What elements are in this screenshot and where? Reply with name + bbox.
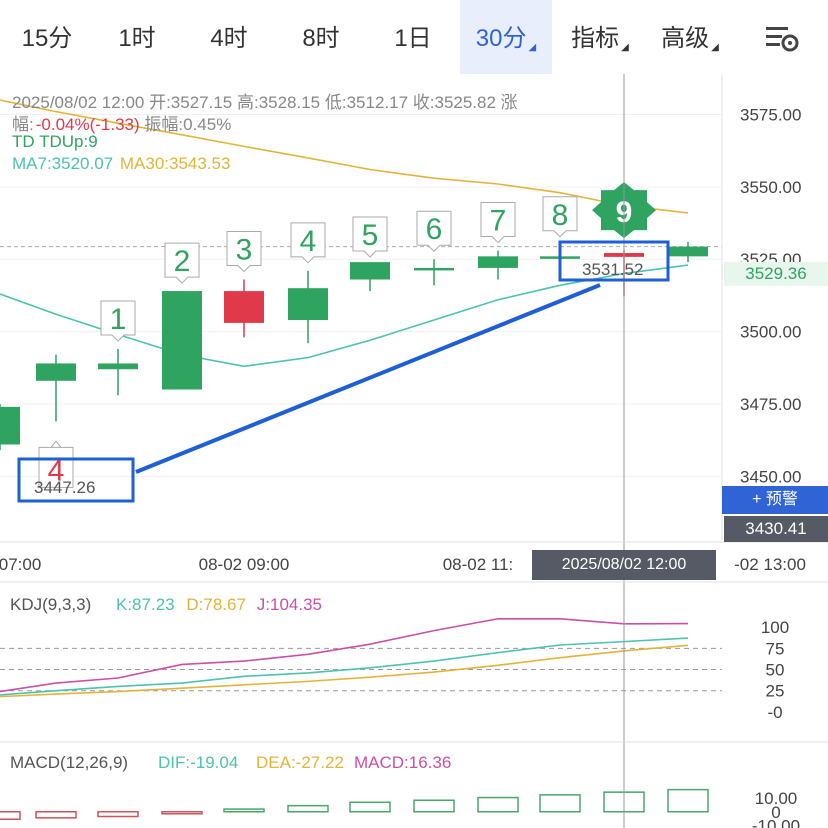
td-marker-label: 8 <box>552 199 569 232</box>
amplitude-value: 振幅:0.45% <box>139 115 232 134</box>
trend-line[interactable] <box>135 283 601 474</box>
annotation-layer: 3447.26 3531.52 <box>17 240 670 503</box>
td-indicator-label: TD TDUp:9 <box>12 132 98 151</box>
candle-body <box>350 262 390 280</box>
ma-legend: MA7:3520.07 MA30:3543.53 <box>12 154 232 174</box>
crosshair-time-label: 2025/08/02 12:00 <box>532 550 716 580</box>
candle-body <box>414 267 454 271</box>
td-marker-label: 2 <box>174 245 191 278</box>
kdj-y-tick-label: 100 <box>761 618 789 637</box>
candle[interactable] <box>0 403 20 451</box>
macd-title: MACD(12,26,9) <box>10 753 128 772</box>
candle[interactable] <box>350 262 390 292</box>
y-tick-label: 3550.00 <box>740 178 801 197</box>
candle-body <box>36 363 76 381</box>
td-sequential-layer: 412 3 4 5 6 7 8 9 <box>38 182 656 488</box>
td-marker-label: 6 <box>426 213 443 246</box>
y-tick-label: 3575.00 <box>740 106 801 125</box>
macd-bar <box>477 796 519 813</box>
axis-separators <box>0 74 828 743</box>
macd-bar <box>539 794 581 813</box>
x-tick-label: 08-02 11: <box>443 555 514 574</box>
td-marker: 1 <box>100 300 136 342</box>
kdj-title: KDJ(9,3,3) <box>10 595 91 614</box>
macd-bar <box>161 811 203 815</box>
td-marker-label: 5 <box>362 219 379 252</box>
macd-bar <box>0 811 21 820</box>
price-alert-button[interactable]: + 预警 <box>722 486 828 514</box>
td-marker: 6 <box>416 210 452 252</box>
last-price-tag: 3529.36 <box>724 262 828 286</box>
td-marker-label: 7 <box>490 205 507 238</box>
td-marker: 8 <box>542 196 578 238</box>
td-marker-label: 4 <box>300 225 317 258</box>
candle-body <box>162 291 202 390</box>
candle[interactable] <box>162 291 202 390</box>
macd-bar <box>287 804 329 813</box>
macd-layer: MACD(12,26,9) DIF:-19.04 DEA:-27.22 MACD:16… <box>0 753 800 828</box>
td-marker: 7 <box>480 202 516 244</box>
candle[interactable] <box>478 250 518 280</box>
candle[interactable] <box>36 354 76 422</box>
kdj-y-tick-label: 50 <box>766 661 785 680</box>
candle-body <box>288 288 328 321</box>
kdj-legend-item: J:104.35 <box>257 595 322 614</box>
macd-bar <box>413 799 455 813</box>
td-marker: 2 <box>164 242 200 284</box>
td-marker: 4 <box>290 222 326 264</box>
x-tick-label: 07:00 <box>0 555 41 574</box>
y-tick-label: 3450.00 <box>740 467 801 486</box>
kdj-y-tick-label: 25 <box>766 682 785 701</box>
candle-body <box>668 246 708 257</box>
td-marker: 3 <box>226 231 262 273</box>
kdj-y-tick-label: -0 <box>767 703 782 722</box>
ma7-label: MA7:3520.07 <box>12 154 114 173</box>
macd-bar <box>667 788 709 813</box>
crosshair-price-label: 3430.41 <box>724 516 828 542</box>
low-annotation-label: 3447.26 <box>34 478 95 497</box>
macd-legend-item: MACD:16.36 <box>354 753 451 772</box>
kdj-legend-item: D:78.67 <box>186 595 246 614</box>
macd-bar <box>349 801 391 813</box>
td-marker-label: 3 <box>236 234 253 267</box>
macd-legend-item: DEA:-27.22 <box>256 753 344 772</box>
candle[interactable] <box>414 259 454 286</box>
kdj-legend-item: K:87.23 <box>116 595 175 614</box>
candle[interactable] <box>288 270 328 344</box>
candle-body <box>0 406 20 445</box>
ma30-label: MA30:3543.53 <box>119 154 231 173</box>
candle-body <box>478 256 518 268</box>
kdj-line-k <box>0 637 689 696</box>
y-tick-label: 3500.00 <box>740 323 801 342</box>
high-annotation-label: 3531.52 <box>582 260 643 279</box>
kdj-y-tick-label: 75 <box>766 639 785 658</box>
candle-body <box>224 291 264 323</box>
x-tick-label: 08-02 09:00 <box>199 555 290 574</box>
y-tick-label: 3475.00 <box>740 395 801 414</box>
macd-legend-item: DIF:-19.04 <box>158 753 238 772</box>
kdj-layer: KDJ(9,3,3) K:87.23 D:78.67 J:104.35 100 75 50 2… <box>0 595 789 722</box>
macd-bar <box>223 808 265 813</box>
candle-body <box>98 363 138 370</box>
x-tick-label: -02 13:00 <box>734 555 806 574</box>
macd-bar <box>97 811 139 818</box>
kdj-line-d <box>0 644 689 698</box>
td-marker-label: 1 <box>110 303 127 336</box>
td-marker: 5 <box>352 216 388 258</box>
candle[interactable] <box>98 348 138 396</box>
grid-layer: 3575.003550.003525.003500.003475.003450.… <box>0 106 806 574</box>
macd-y-tick-label: -10.00 <box>752 816 800 828</box>
macd-bar <box>35 811 77 819</box>
candle[interactable] <box>224 279 264 338</box>
